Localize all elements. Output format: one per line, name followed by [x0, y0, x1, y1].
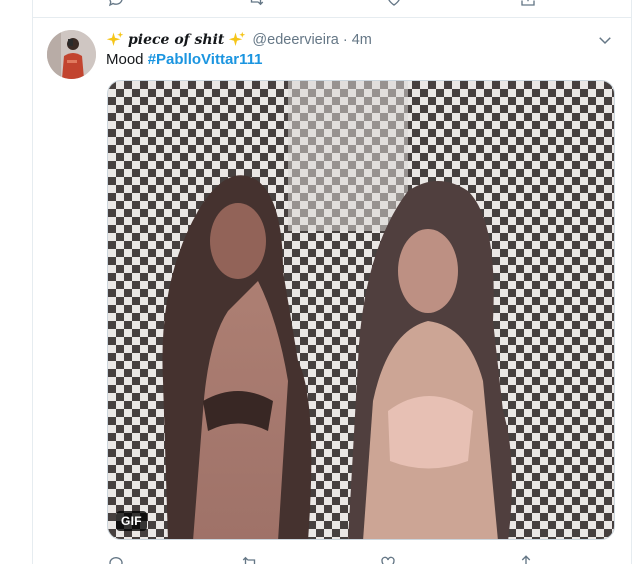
display-name[interactable]: piece of shit — [106, 31, 246, 49]
gif-frame-image — [108, 81, 614, 539]
tweet-text: Mood #PablloVittar111 — [106, 51, 263, 68]
gif-badge: GIF — [116, 511, 147, 531]
sparkles-icon — [106, 31, 124, 49]
reply-icon[interactable] — [107, 0, 125, 8]
user-handle[interactable]: @edeervieira — [252, 32, 338, 48]
like-icon[interactable] — [385, 0, 403, 8]
gif-media[interactable]: GIF — [107, 80, 615, 540]
previous-tweet-action-bar — [107, 0, 537, 10]
timeline-column: piece of shit @edeervieira · 4m Mood #Pa… — [32, 0, 632, 564]
retweet-icon[interactable] — [241, 554, 259, 564]
avatar[interactable] — [47, 30, 96, 79]
retweet-icon[interactable] — [247, 0, 265, 8]
tweet-action-bar — [107, 554, 547, 564]
hashtag-link[interactable]: #PablloVittar111 — [148, 51, 263, 68]
tweet-text-prefix: Mood — [106, 51, 148, 68]
sparkles-icon — [228, 31, 246, 49]
share-icon[interactable] — [517, 554, 535, 564]
display-name-text: piece of shit — [128, 32, 225, 48]
share-icon[interactable] — [519, 0, 537, 8]
tweet-divider — [33, 17, 631, 18]
tweet-timestamp[interactable]: 4m — [352, 32, 372, 48]
header-separator: · — [342, 32, 348, 48]
tweet-header: piece of shit @edeervieira · 4m — [106, 30, 372, 50]
like-icon[interactable] — [379, 554, 397, 564]
chevron-down-icon[interactable] — [596, 31, 614, 49]
reply-icon[interactable] — [107, 554, 125, 564]
